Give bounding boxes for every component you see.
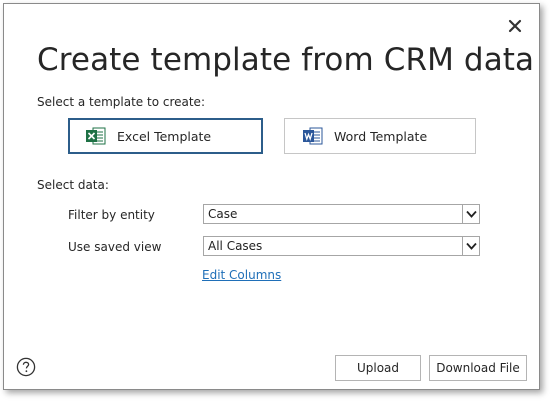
use-saved-view-value: All Cases	[208, 239, 263, 253]
create-template-dialog: Create template from CRM data Select a t…	[3, 3, 540, 390]
dialog-title: Create template from CRM data	[37, 42, 535, 78]
help-icon[interactable]	[16, 357, 36, 377]
upload-button[interactable]: Upload	[335, 355, 421, 381]
excel-template-button[interactable]: Excel Template	[68, 118, 263, 154]
word-icon	[302, 125, 324, 147]
select-data-label: Select data:	[37, 178, 109, 192]
filter-by-entity-label: Filter by entity	[68, 208, 155, 222]
filter-by-entity-select[interactable]: Case	[203, 204, 480, 224]
download-file-button[interactable]: Download File	[429, 355, 527, 381]
close-icon[interactable]	[507, 18, 523, 34]
word-template-button[interactable]: Word Template	[284, 118, 476, 154]
edit-columns-link[interactable]: Edit Columns	[202, 268, 281, 282]
use-saved-view-select[interactable]: All Cases	[203, 236, 480, 256]
excel-template-label: Excel Template	[117, 128, 212, 144]
chevron-down-icon[interactable]	[462, 237, 479, 255]
template-prompt-label: Select a template to create:	[37, 95, 205, 109]
use-saved-view-label: Use saved view	[68, 240, 162, 254]
word-template-label: Word Template	[334, 128, 428, 144]
excel-icon	[85, 125, 107, 147]
filter-by-entity-value: Case	[208, 207, 238, 221]
chevron-down-icon[interactable]	[462, 205, 479, 223]
